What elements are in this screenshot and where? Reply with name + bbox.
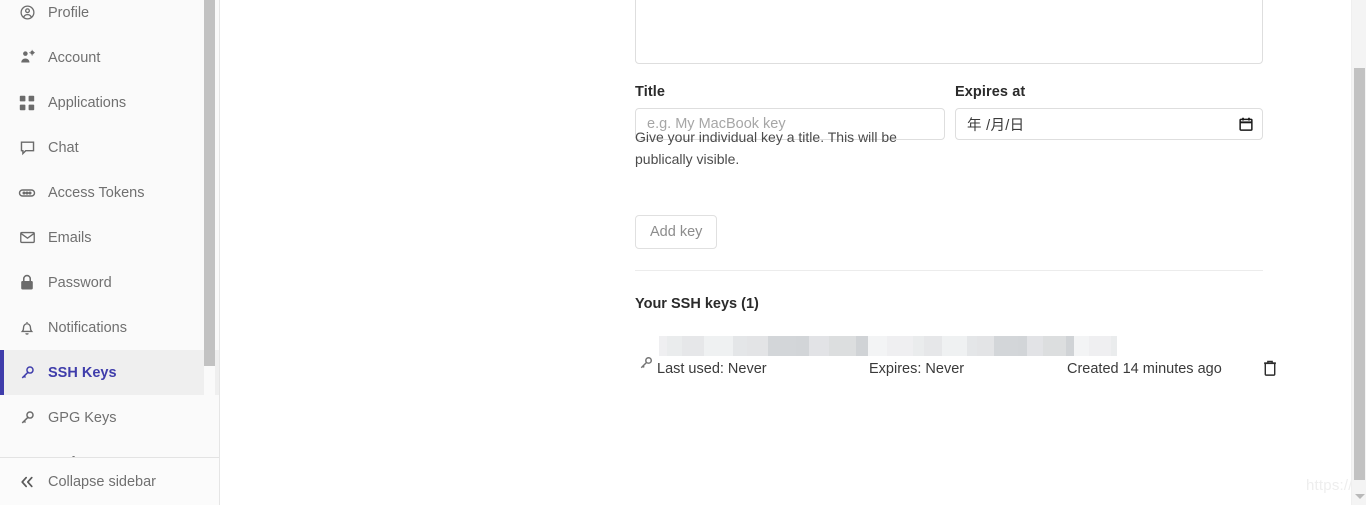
envelope-icon xyxy=(18,229,36,247)
sidebar-item-notifications[interactable]: Notifications xyxy=(0,305,219,350)
sidebar-item-label: Access Tokens xyxy=(48,184,145,201)
ssh-key-textarea[interactable] xyxy=(635,0,1263,64)
bell-icon xyxy=(18,319,36,337)
collapse-sidebar-button[interactable]: Collapse sidebar xyxy=(0,457,219,505)
key-icon xyxy=(18,364,36,382)
sidebar-item-label: Profile xyxy=(48,4,90,21)
sidebar-item-label: Password xyxy=(48,274,112,291)
key-icon xyxy=(638,355,654,371)
sidebar-scrollbar-thumb[interactable] xyxy=(204,0,215,366)
sidebar-item-label: Notifications xyxy=(48,319,127,336)
expires-date-input[interactable]: 年 /月/日 xyxy=(955,108,1263,140)
ssh-key-created: Created 14 minutes ago xyxy=(1067,361,1222,377)
ssh-key-title-redacted xyxy=(659,336,1117,356)
sidebar-item-chat[interactable]: Chat xyxy=(0,125,219,170)
ssh-key-expires: Expires: Never xyxy=(869,361,965,377)
expires-field-group: Expires at 年 /月/日 xyxy=(955,84,1263,140)
title-help-text: Give your individual key a title. This w… xyxy=(635,129,897,167)
sidebar-item-applications[interactable]: Applications xyxy=(0,80,219,125)
sidebar-item-label: SSH Keys xyxy=(48,364,117,381)
settings-sidebar: Profile Account Applications Chat Access… xyxy=(0,0,220,505)
your-ssh-keys-heading: Your SSH keys (1) xyxy=(635,296,759,312)
sidebar-nav-list: Profile Account Applications Chat Access… xyxy=(0,0,219,458)
sidebar-item-gpg-keys[interactable]: GPG Keys xyxy=(0,395,219,440)
app-screen: Profile Account Applications Chat Access… xyxy=(0,0,1366,505)
sidebar-item-emails[interactable]: Emails xyxy=(0,215,219,260)
sidebar-item-account[interactable]: Account xyxy=(0,35,219,80)
applications-grid-icon xyxy=(18,94,36,112)
sidebar-item-label: Emails xyxy=(48,229,92,246)
chat-bubble-icon xyxy=(18,139,36,157)
sidebar-item-label: Applications xyxy=(48,94,127,111)
sidebar-scroll-area: Profile Account Applications Chat Access… xyxy=(0,0,219,458)
ssh-key-list-item: Last used: Never Expires: Never Created … xyxy=(635,332,1276,387)
trash-icon[interactable] xyxy=(1261,359,1279,379)
sidebar-scrollbar[interactable] xyxy=(204,0,215,457)
sidebar-item-profile[interactable]: Profile xyxy=(0,0,219,35)
page-scrollbar-thumb[interactable] xyxy=(1354,68,1365,480)
expires-date-wrapper: 年 /月/日 xyxy=(955,108,1263,140)
sidebar-item-preferences[interactable]: Preferences xyxy=(0,440,219,458)
sidebar-item-label: Account xyxy=(48,49,101,66)
chevron-double-left-icon xyxy=(18,473,36,491)
ssh-key-last-used: Last used: Never xyxy=(657,361,767,377)
sidebar-item-password[interactable]: Password xyxy=(0,260,219,305)
main-content: Title Expires at 年 /月/日 xyxy=(221,0,1366,505)
expires-date-value: 年 /月/日 xyxy=(967,117,1025,134)
sidebar-item-label: Chat xyxy=(48,139,79,156)
add-key-button[interactable]: Add key xyxy=(635,215,718,249)
key-icon xyxy=(18,409,36,427)
account-gear-icon xyxy=(18,49,36,67)
token-pill-icon xyxy=(18,184,36,202)
section-divider xyxy=(635,270,1263,271)
expires-at-label: Expires at xyxy=(955,84,1026,100)
collapse-sidebar-label: Collapse sidebar xyxy=(48,473,157,490)
sidebar-item-access-tokens[interactable]: Access Tokens xyxy=(0,170,219,215)
chevron-down-icon[interactable] xyxy=(1352,489,1366,503)
sidebar-item-label: GPG Keys xyxy=(48,409,117,426)
calendar-icon[interactable] xyxy=(1239,117,1253,132)
sidebar-item-ssh-keys[interactable]: SSH Keys xyxy=(0,350,219,395)
lock-icon xyxy=(18,274,36,292)
title-label: Title xyxy=(635,84,666,100)
page-scrollbar[interactable] xyxy=(1351,0,1366,505)
user-circle-icon xyxy=(18,4,36,22)
